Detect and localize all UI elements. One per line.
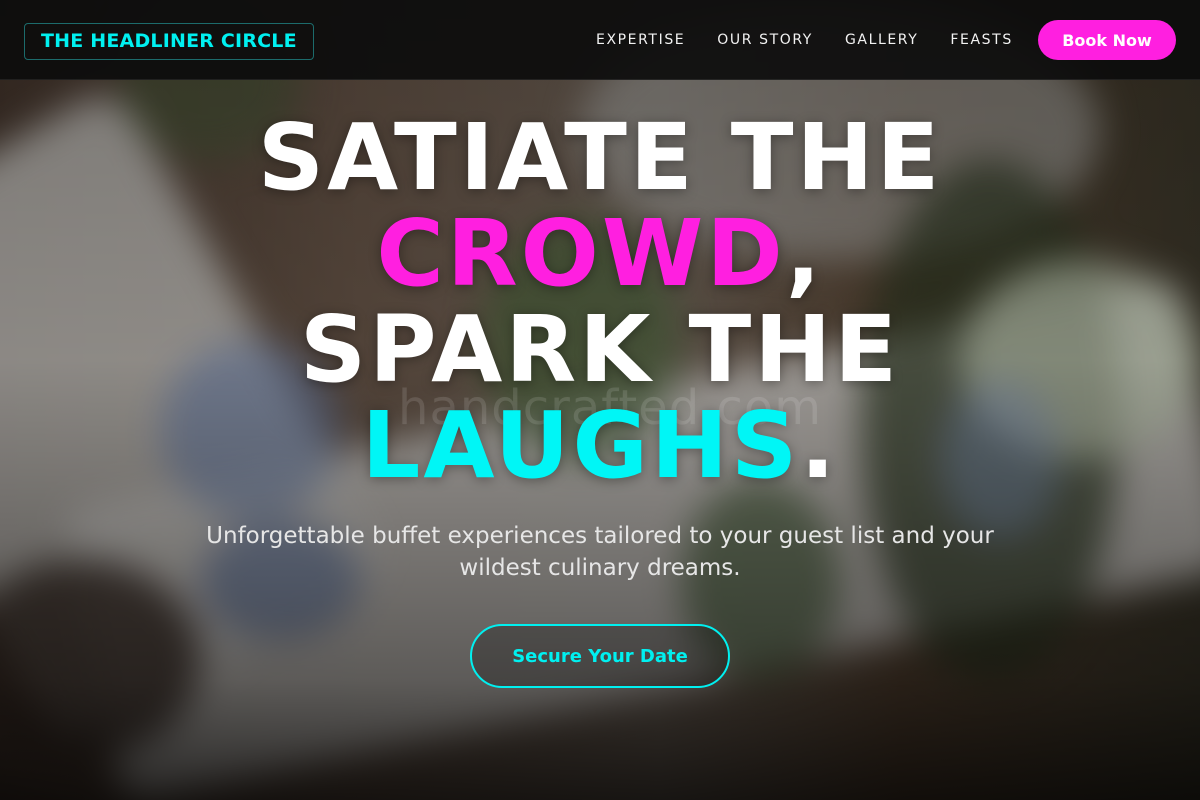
main-nav: EXPERTISE OUR STORY GALLERY FEASTS <box>580 0 1029 80</box>
headline-period: . <box>800 392 839 499</box>
headline-comma: , <box>785 200 824 307</box>
headline-line-3: SPARK THE <box>299 296 901 403</box>
headline-highlight-crowd: CROWD <box>376 200 786 307</box>
hero-subtitle: Unforgettable buffet experiences tailore… <box>206 523 994 581</box>
headline-line-4: LAUGHS. <box>0 398 1200 494</box>
site-header: THE HEADLINER CIRCLE EXPERTISE OUR STORY… <box>0 0 1200 80</box>
nav-link-our-story[interactable]: OUR STORY <box>717 32 813 48</box>
headline-line-2: CROWD, <box>0 206 1200 302</box>
headline-highlight-laughs: LAUGHS <box>361 392 801 499</box>
secure-date-button[interactable]: Secure Your Date <box>470 624 730 688</box>
headline-line-1: SATIATE THE <box>257 104 943 211</box>
book-now-button[interactable]: Book Now <box>1038 20 1176 60</box>
nav-link-gallery[interactable]: GALLERY <box>845 32 918 48</box>
brand-logo[interactable]: THE HEADLINER CIRCLE <box>24 23 314 60</box>
nav-link-feasts[interactable]: FEASTS <box>950 32 1012 48</box>
nav-link-expertise[interactable]: EXPERTISE <box>596 32 685 48</box>
hero-headline: SATIATE THE CROWD, SPARK THE LAUGHS. <box>0 110 1200 494</box>
